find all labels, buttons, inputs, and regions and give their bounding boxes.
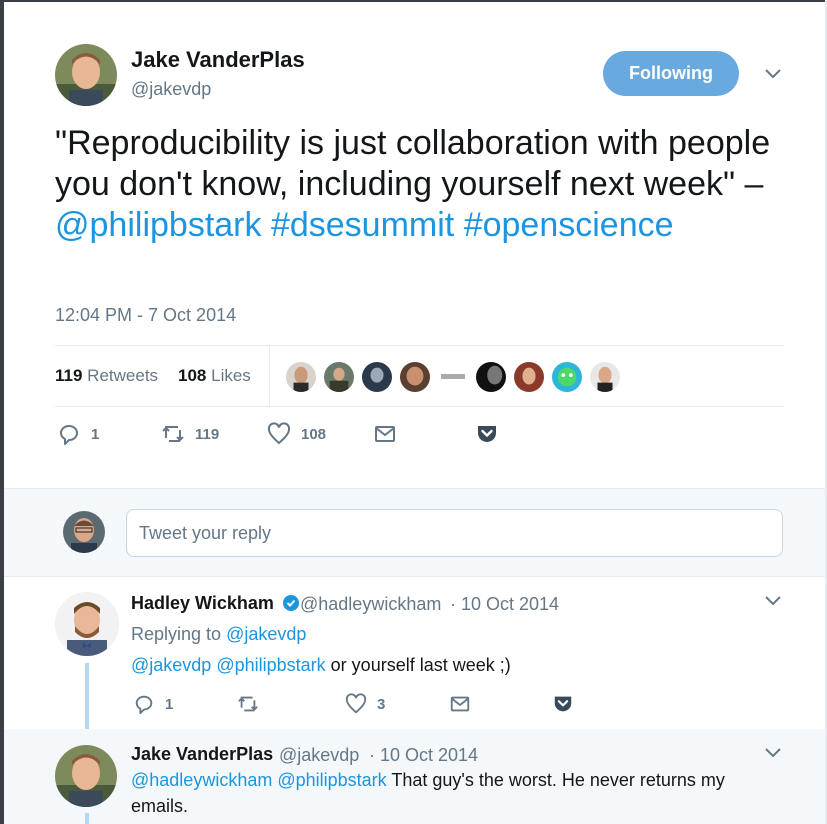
reply-actions: 1 3 [131, 693, 591, 717]
reply-action[interactable]: 1 [133, 693, 173, 715]
likes-count: 108 [178, 366, 207, 385]
envelope-icon [375, 426, 395, 442]
reply-author-name[interactable]: Jake VanderPlas [131, 744, 273, 765]
retweet-action[interactable]: 119 [161, 422, 219, 446]
like-count: 108 [301, 425, 327, 443]
reply-author-name[interactable]: Hadley Wickham [131, 593, 299, 614]
reply-text: @jakevdp @philipbstark or yourself last … [131, 652, 511, 678]
reply-icon [135, 695, 153, 715]
liker-avatar[interactable] [399, 361, 431, 393]
thread-line [85, 813, 89, 824]
mention-link[interactable]: @philipbstark [277, 770, 386, 790]
retweets-label: Retweets [87, 366, 159, 385]
like-count: 3 [377, 695, 386, 713]
verified-badge-icon [282, 595, 299, 611]
likes-stat[interactable]: 108 Likes [178, 366, 251, 386]
reply-date[interactable]: · 10 Oct 2014 [369, 745, 478, 766]
chevron-down-icon[interactable] [764, 68, 782, 80]
mention-link[interactable]: @philipbstark [55, 206, 262, 244]
heart-icon [345, 693, 367, 714]
liker-avatar[interactable] [589, 361, 621, 393]
liker-avatar[interactable] [437, 361, 469, 393]
reply-author-handle[interactable]: @hadleywickham [300, 594, 441, 615]
tweet-actions: 1 119 108 [55, 422, 655, 450]
reply-count: 1 [91, 425, 100, 443]
tweet-text: "Reproducibility is just collaboration w… [55, 123, 775, 246]
liker-avatar[interactable] [361, 361, 393, 393]
author-name[interactable]: Jake VanderPlas [131, 47, 305, 73]
replying-to-label: Replying to [131, 624, 227, 644]
replying-to: Replying to @jakevdp [131, 624, 306, 645]
heart-icon [267, 422, 291, 445]
author-handle[interactable]: @jakevdp [131, 79, 211, 100]
thread-line [85, 663, 89, 729]
like-action[interactable]: 108 [267, 422, 326, 446]
chevron-down-icon[interactable] [764, 747, 782, 759]
retweet-icon [162, 426, 184, 442]
retweets-count: 119 [55, 366, 83, 385]
author-avatar[interactable] [55, 44, 117, 106]
stats-divider [269, 346, 270, 407]
reply-author-avatar[interactable] [55, 745, 117, 807]
pocket-action[interactable] [552, 693, 574, 715]
reply-text-body: or yourself last week ;) [325, 655, 511, 675]
main-tweet: Jake VanderPlas @jakevdp Following "Repr… [4, 2, 825, 488]
mention-link[interactable]: @philipbstark [216, 655, 325, 675]
replying-to-link[interactable]: @jakevdp [226, 624, 306, 644]
hashtag-link[interactable]: #dsesummit [271, 206, 454, 244]
reply-count: 1 [165, 695, 174, 713]
reply-tweet: Hadley Wickham @hadleywickham · 10 Oct 2… [4, 577, 825, 729]
envelope-icon [450, 696, 470, 712]
retweet-action[interactable] [237, 693, 259, 715]
tweet-reply-input[interactable] [126, 509, 783, 557]
hashtag-link[interactable]: #openscience [464, 206, 674, 244]
direct-message-action[interactable] [373, 422, 397, 446]
reply-author-handle[interactable]: @jakevdp [279, 745, 359, 766]
reply-tweet: Jake VanderPlas @jakevdp · 10 Oct 2014 @… [4, 729, 825, 824]
reply-author-avatar[interactable] [55, 592, 119, 656]
liker-avatar[interactable] [323, 361, 355, 393]
mention-link[interactable]: @jakevdp [131, 655, 211, 675]
liker-avatar[interactable] [475, 361, 507, 393]
liker-avatar[interactable] [513, 361, 545, 393]
tweet-stats: 119 Retweets 108 Likes [55, 345, 783, 407]
current-user-avatar[interactable] [63, 511, 105, 553]
retweet-count: 119 [195, 425, 220, 443]
reply-icon [60, 425, 78, 445]
pocket-icon [554, 696, 572, 712]
liker-avatar[interactable] [285, 361, 317, 393]
liker-avatar[interactable] [551, 361, 583, 393]
like-action[interactable]: 3 [345, 693, 385, 715]
retweets-stat[interactable]: 119 Retweets [55, 366, 158, 386]
pocket-action[interactable] [475, 422, 499, 446]
pocket-icon [478, 426, 496, 442]
reply-author-name-text: Hadley Wickham [131, 593, 274, 613]
chevron-down-icon[interactable] [764, 595, 782, 607]
likes-label: Likes [211, 366, 251, 385]
following-button[interactable]: Following [603, 51, 739, 96]
reply-date[interactable]: · 10 Oct 2014 [450, 594, 559, 615]
tweet-timestamp[interactable]: 12:04 PM - 7 Oct 2014 [55, 305, 236, 326]
retweet-icon [238, 696, 258, 712]
reply-action[interactable]: 1 [57, 422, 99, 446]
mention-link[interactable]: @hadleywickham [131, 770, 272, 790]
tweet-text-body: "Reproducibility is just collaboration w… [55, 124, 771, 203]
reply-composer [4, 488, 825, 577]
direct-message-action[interactable] [449, 693, 471, 715]
reply-text: @hadleywickham @philipbstark That guy's … [131, 767, 761, 819]
